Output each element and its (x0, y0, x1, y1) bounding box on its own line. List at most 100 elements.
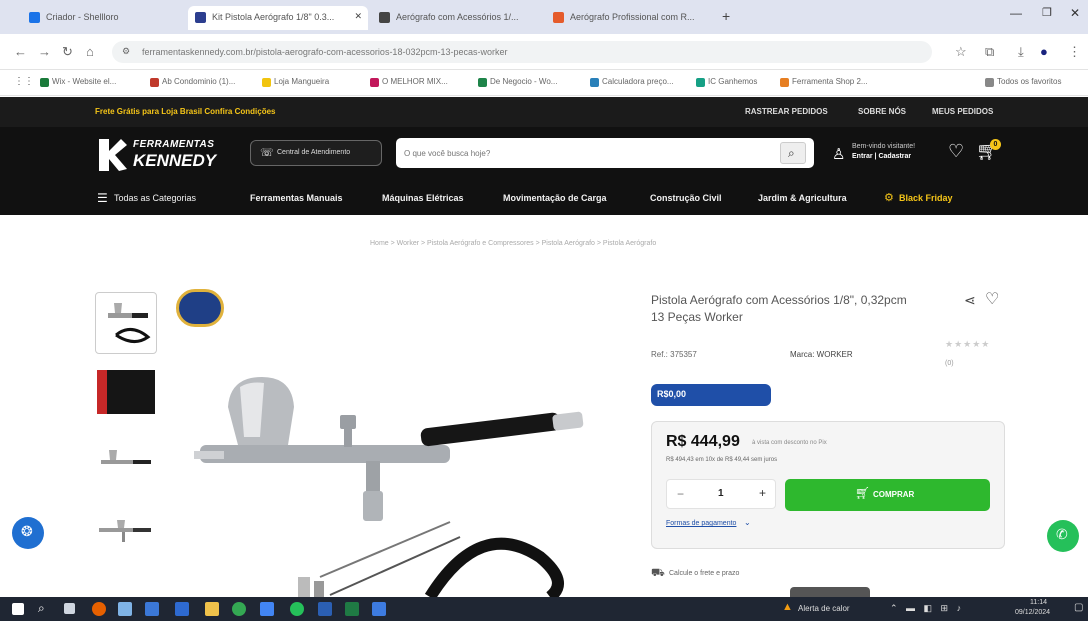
site-logo[interactable]: FERRAMENTAS KENNEDY (95, 133, 235, 177)
product-thumbnail[interactable] (95, 292, 157, 354)
breadcrumb[interactable]: Home > Worker > Pistola Aerógrafo e Comp… (370, 240, 656, 247)
app-icon[interactable] (372, 602, 386, 616)
delivery-calc-link[interactable]: Calcule o frete e prazo (669, 570, 739, 577)
close-window-icon[interactable]: ✕ (1070, 6, 1080, 20)
search-input[interactable] (404, 144, 764, 162)
extensions-icon[interactable]: ⧉ (985, 44, 994, 60)
product-thumbnail[interactable] (95, 432, 157, 494)
whatsapp-button[interactable]: ✆ (1047, 520, 1079, 552)
my-orders-link[interactable]: MEUS PEDIDOS (932, 107, 993, 116)
app-icon[interactable] (205, 602, 219, 616)
chrome-icon[interactable] (232, 602, 246, 616)
nav-black-friday[interactable]: Black Friday (899, 193, 953, 203)
nav-garden-agriculture[interactable]: Jardim & Agricultura (758, 193, 847, 203)
wishlist-icon[interactable]: ♡ (948, 141, 964, 162)
increase-qty-button[interactable]: + (759, 486, 766, 500)
rating-stars[interactable]: ★★★★★ (945, 339, 990, 350)
store-icon[interactable] (145, 602, 159, 616)
bookmark-item[interactable]: O MELHOR MIX... (370, 77, 448, 87)
chevron-down-icon[interactable]: ⌄ (744, 518, 751, 527)
top-promo-text[interactable]: Frete Grátis para Loja Brasil Confira Co… (95, 107, 276, 116)
product-thumbnail[interactable] (95, 362, 157, 424)
back-icon[interactable]: ← (14, 44, 27, 59)
task-view-icon[interactable] (64, 603, 75, 614)
url-text: ferramentaskennedy.com.br/pistola-aerogr… (142, 47, 508, 57)
support-button[interactable]: ☏ Central de Atendimento (250, 140, 382, 166)
home-icon[interactable]: ⌂ (86, 44, 94, 59)
truck-icon: ⛟ (651, 567, 665, 579)
nav-all-categories[interactable]: Todas as Categorias (114, 193, 196, 203)
quantity-value[interactable]: 1 (718, 488, 724, 499)
tray-icons[interactable]: ⌃ ▬ ◧ ⊞ ♪ (890, 603, 964, 614)
search-icon[interactable]: ⌕ (38, 601, 45, 616)
close-tab-icon[interactable]: ✕ (354, 11, 362, 22)
tab-favicon-icon (553, 12, 564, 23)
support-label: Central de Atendimento (277, 149, 351, 156)
tab-label: Aerógrafo Profissional com R... (570, 12, 695, 22)
payment-methods-link[interactable]: Formas de pagamento (666, 520, 736, 527)
cart-button[interactable]: 🛒︎ 0 (976, 139, 1004, 167)
bookmark-item[interactable]: Loja Mangueira (262, 77, 329, 87)
share-icon[interactable]: ⋖ (964, 292, 976, 309)
clock-time[interactable]: 11:14 (1030, 599, 1047, 606)
apps-icon[interactable]: ⋮⋮ (14, 76, 34, 87)
search-button[interactable]: ⌕ (780, 142, 806, 164)
favorite-heart-icon[interactable]: ♡ (985, 289, 999, 309)
tab-favicon-icon (195, 12, 206, 23)
product-brand[interactable]: Marca: WORKER (790, 350, 853, 359)
menu-icon[interactable]: ⋮ (1068, 44, 1081, 60)
bookmark-item[interactable]: Calculadora preço... (590, 77, 674, 87)
profile-icon[interactable]: ● (1040, 44, 1048, 59)
account-area[interactable]: ♙ Bem-vindo visitante! Entrar | Cadastra… (832, 139, 942, 169)
windows-start-icon[interactable] (12, 603, 24, 615)
bookmark-item[interactable]: Ferramenta Shop 2... (780, 77, 868, 87)
restore-icon[interactable]: ❐ (1042, 6, 1052, 19)
app-icon[interactable] (118, 602, 132, 616)
weather-text[interactable]: Alerta de calor (798, 604, 850, 613)
reload-icon[interactable]: ↻ (62, 44, 73, 60)
whatsapp-app-icon[interactable] (290, 602, 304, 616)
site-header: FERRAMENTAS KENNEDY ☏ Central de Atendim… (0, 127, 1088, 182)
bookmark-item[interactable]: Ab Condominio (1)... (150, 77, 235, 87)
bookmark-item[interactable]: Wix - Website el... (40, 77, 116, 87)
site-info-icon[interactable]: ⚙ (122, 46, 130, 57)
star-icon[interactable]: ☆ (955, 44, 967, 60)
firefox-icon[interactable] (92, 602, 106, 616)
browser-tab[interactable]: Aerógrafo com Acessórios 1/... (372, 6, 542, 30)
discount-badge: R$0,00 (651, 384, 771, 406)
nav-hand-tools[interactable]: Ferramentas Manuais (250, 193, 343, 203)
bookmark-item[interactable]: De Negocio - Wo... (478, 77, 557, 87)
url-field[interactable]: ⚙ ferramentaskennedy.com.br/pistola-aero… (112, 41, 932, 63)
new-tab-button[interactable]: + (722, 8, 730, 24)
nav-civil-construction[interactable]: Construção Civil (650, 193, 722, 203)
forward-icon[interactable]: → (38, 44, 51, 59)
downloads-icon[interactable]: ⤓ (1018, 44, 1024, 60)
word-icon[interactable] (318, 602, 332, 616)
browser-tab[interactable]: Aerógrafo Profissional com R... (546, 6, 716, 30)
nav-load-handling[interactable]: Movimentação de Carga (503, 193, 607, 203)
review-count[interactable]: (0) (945, 360, 954, 367)
minimize-icon[interactable]: — (1010, 6, 1022, 20)
mail-icon[interactable] (175, 602, 189, 616)
weather-alert-icon: ▲ (782, 601, 793, 613)
clock-date[interactable]: 09/12/2024 (1015, 609, 1050, 616)
excel-icon[interactable] (345, 602, 359, 616)
buy-button[interactable]: 🛒︎ COMPRAR (785, 479, 990, 511)
bookmark-item[interactable]: Todos os favoritos (985, 77, 1061, 87)
buy-button-label: COMPRAR (873, 490, 915, 499)
bookmark-item[interactable]: IC Ganhemos (696, 77, 757, 87)
track-orders-link[interactable]: RASTREAR PEDIDOS (745, 107, 828, 116)
price-note: à vista com desconto no Pix (752, 440, 827, 446)
nav-electric-machines[interactable]: Máquinas Elétricas (382, 193, 464, 203)
browser-tab-active[interactable]: Kit Pistola Aerógrafo 1/8" 0.3... ✕ (188, 6, 368, 30)
product-thumbnail[interactable] (95, 570, 157, 597)
product-thumbnail[interactable] (95, 500, 157, 562)
app-icon[interactable] (260, 602, 274, 616)
browser-tab[interactable]: Criador - Shellloro (22, 6, 182, 30)
main-product-image[interactable] (180, 367, 600, 597)
decrease-qty-button[interactable]: − (677, 487, 684, 501)
bookmark-icon (40, 78, 49, 87)
notifications-icon[interactable]: ▢ (1074, 602, 1083, 613)
accessibility-button[interactable]: ❂ (12, 517, 44, 549)
about-link[interactable]: SOBRE NÓS (858, 107, 906, 116)
